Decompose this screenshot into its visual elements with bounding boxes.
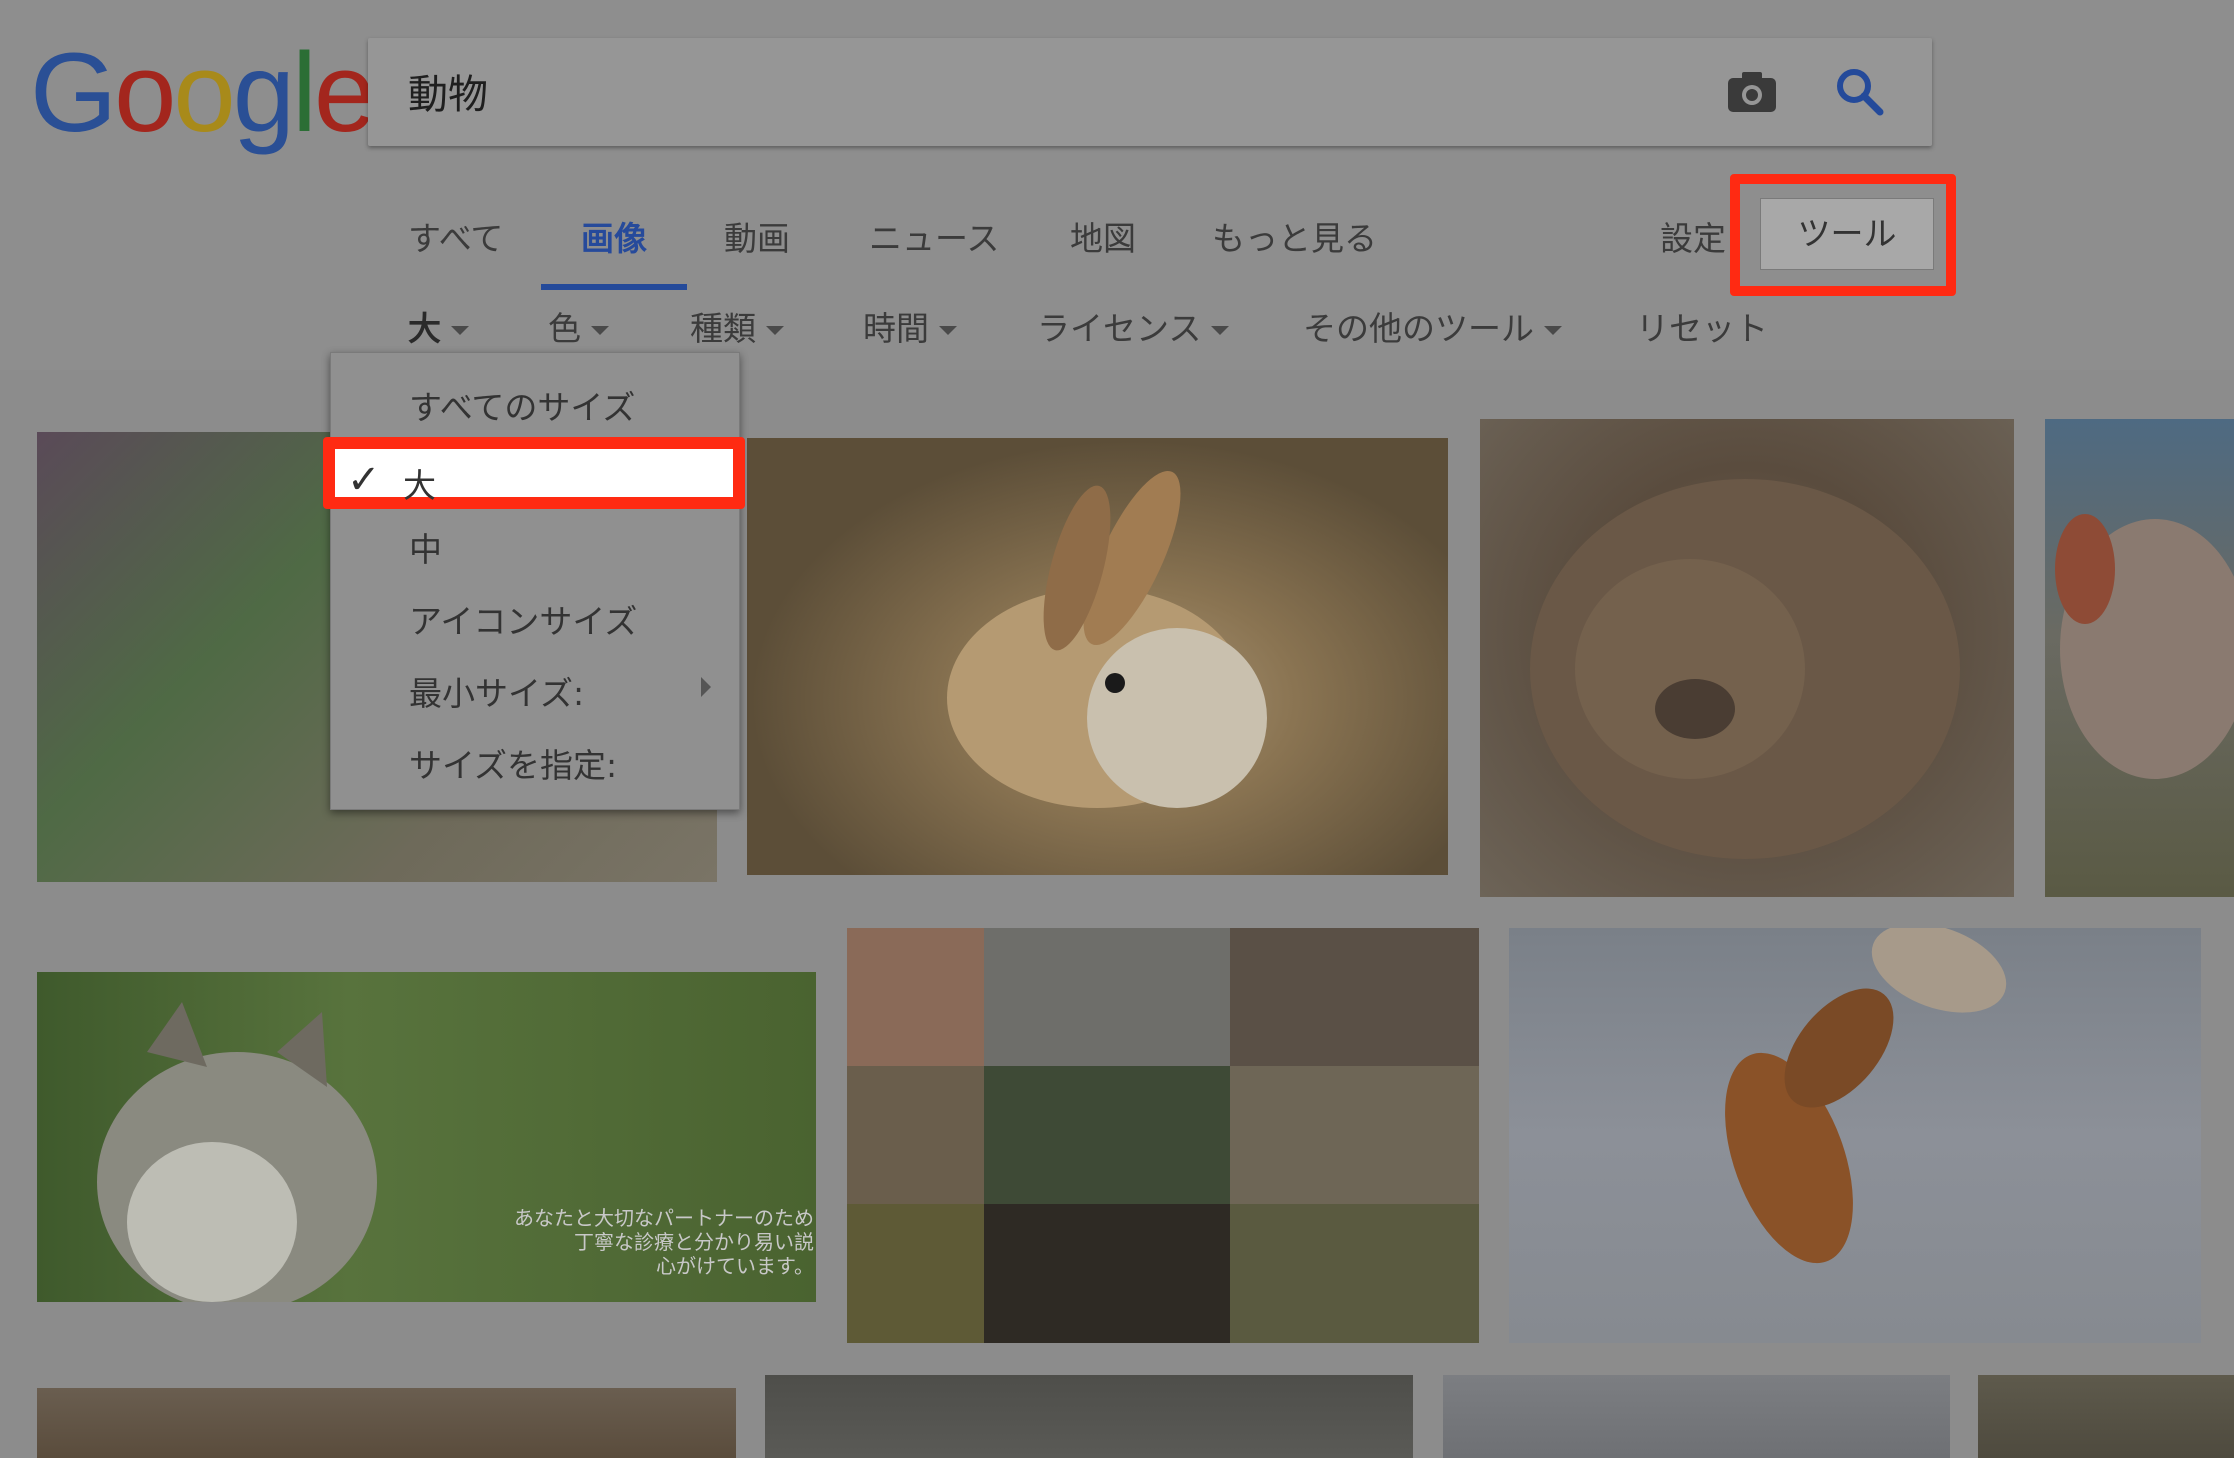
caret-down-icon	[1211, 326, 1230, 335]
logo-letter: e	[313, 30, 376, 155]
search-input[interactable]: 動物	[368, 38, 1932, 146]
overlay-line: あなたと大切なパートナーのため	[514, 1206, 814, 1230]
camera-icon[interactable]	[1724, 64, 1780, 124]
collage-cell	[1230, 1066, 1479, 1204]
menu-item-icon-size[interactable]: アイコンサイズ	[409, 595, 637, 643]
tab-all[interactable]: すべて	[408, 212, 503, 260]
filter-license[interactable]: ライセンス	[1037, 302, 1230, 350]
logo-letter: G	[30, 30, 117, 155]
menu-item-large-label: 大	[403, 466, 436, 505]
header: Google 動物 すべて 画像 動画 ニュース 地図 もっと見る 設定 ツール	[0, 0, 2234, 370]
image-result[interactable]	[2045, 419, 2234, 897]
collage-grid	[847, 928, 1479, 1343]
menu-item-all-sizes[interactable]: すべてのサイズ	[409, 381, 635, 429]
image-result[interactable]	[1480, 419, 2014, 897]
image-result[interactable]	[765, 1375, 1413, 1458]
menu-item-min-size[interactable]: 最小サイズ:	[409, 667, 584, 715]
caret-down-icon	[766, 326, 784, 335]
tools-button[interactable]: ツール	[1760, 198, 1934, 270]
logo-letter: o	[114, 30, 176, 155]
caret-down-icon	[939, 326, 957, 335]
menu-item-custom-size[interactable]: サイズを指定:	[409, 739, 617, 787]
menu-item-large[interactable]: ✓ 大	[323, 437, 745, 509]
filter-color-label: 色	[548, 309, 581, 348]
filter-size[interactable]: 大	[408, 302, 469, 350]
overlay-line: 心がけています。	[656, 1254, 814, 1278]
caret-down-icon	[1544, 326, 1562, 335]
filter-license-label: ライセンス	[1037, 309, 1202, 348]
collage-cell	[984, 1066, 1230, 1204]
filter-more-tools[interactable]: その他のツール	[1303, 302, 1562, 350]
caret-down-icon	[451, 326, 469, 335]
logo-letter: o	[173, 30, 235, 155]
fox-in-snow-image	[1725, 928, 2007, 1264]
collage-cell	[984, 1204, 1230, 1343]
search-query[interactable]: 動物	[408, 62, 488, 120]
filter-more-tools-label: その他のツール	[1303, 309, 1534, 348]
image-result[interactable]	[1443, 1375, 1950, 1458]
overlay-line: 丁寧な診療と分かり易い説	[574, 1230, 814, 1254]
logo-letter: l	[292, 30, 317, 155]
logo-letter: g	[232, 30, 295, 155]
filter-type-label: 種類	[690, 309, 756, 348]
google-logo[interactable]: Google	[30, 28, 376, 158]
pig-image	[2055, 514, 2234, 779]
rabbit-image	[947, 470, 1267, 808]
filter-size-label: 大	[408, 309, 441, 348]
settings-link[interactable]: 設定	[1660, 212, 1726, 260]
image-result[interactable]	[37, 1388, 736, 1458]
collage-cell	[984, 928, 1230, 1066]
search-icon[interactable]	[1832, 64, 1888, 124]
tab-videos[interactable]: 動画	[724, 212, 790, 260]
filter-color[interactable]: 色	[548, 302, 609, 350]
collage-cell	[847, 1204, 984, 1343]
collage-cell	[847, 1066, 984, 1204]
checkmark-icon: ✓	[347, 457, 381, 503]
image-result[interactable]	[747, 438, 1448, 875]
tab-images[interactable]: 画像	[581, 212, 647, 260]
tab-more[interactable]: もっと見る	[1212, 212, 1377, 260]
filter-reset[interactable]: リセット	[1636, 302, 1768, 350]
chevron-right-icon	[701, 677, 711, 697]
filter-time-label: 時間	[863, 309, 929, 348]
image-result[interactable]: あなたと大切なパートナーのため 丁寧な診療と分かり易い説 心がけています。	[37, 972, 816, 1302]
collage-cell	[847, 928, 984, 1066]
image-result[interactable]	[1509, 928, 2201, 1343]
menu-item-medium[interactable]: 中	[409, 523, 442, 571]
collage-cell	[1230, 1204, 1479, 1343]
tab-news[interactable]: ニュース	[869, 212, 999, 260]
wombat-image	[1530, 479, 1960, 859]
image-result[interactable]	[847, 928, 1479, 1343]
image-overlay-text: あなたと大切なパートナーのため 丁寧な診療と分かり易い説 心がけています。	[514, 1206, 814, 1278]
caret-down-icon	[591, 326, 609, 335]
filter-type[interactable]: 種類	[690, 302, 784, 350]
tab-maps[interactable]: 地図	[1070, 212, 1136, 260]
active-tab-indicator	[541, 284, 687, 290]
size-dropdown-menu: すべてのサイズ ✓ 大 中 アイコンサイズ 最小サイズ: サイズを指定:	[323, 352, 745, 810]
filter-time[interactable]: 時間	[863, 302, 957, 350]
collage-cell	[1230, 928, 1479, 1066]
image-result[interactable]	[1978, 1375, 2234, 1458]
